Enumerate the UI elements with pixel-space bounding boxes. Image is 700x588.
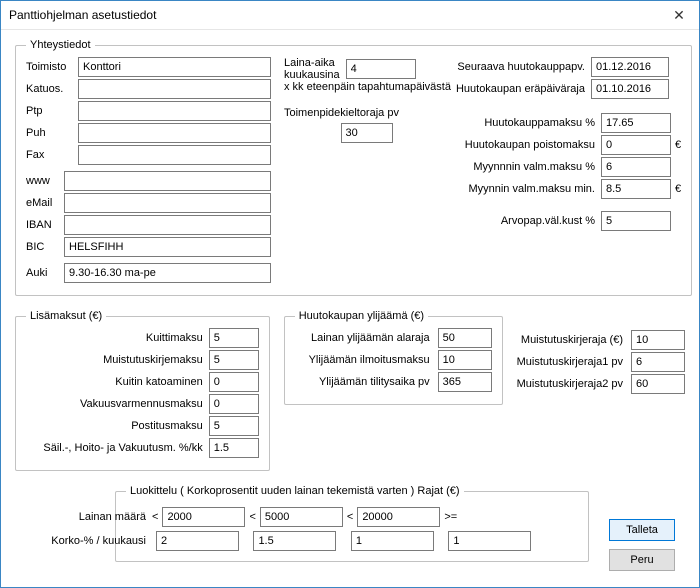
input-fax[interactable] xyxy=(78,145,271,165)
label-katoam: Kuitin katoaminen xyxy=(26,376,203,388)
input-katuos[interactable] xyxy=(78,79,271,99)
contact-legend: Yhteystiedot xyxy=(26,39,95,51)
label-muistut-pv2: Muistutuskirjeraja2 pv xyxy=(517,378,623,390)
label-alaraja: Lainan ylijäämän alaraja xyxy=(295,332,430,344)
label-kuukausina: kuukausina xyxy=(284,69,340,81)
label-muistutusm: Muistutuskirjemaksu xyxy=(26,354,203,366)
input-muistut-pv2[interactable] xyxy=(631,374,685,394)
input-alaraja[interactable] xyxy=(438,328,492,348)
label-muistut-pv1: Muistutuskirjeraja1 pv xyxy=(517,356,623,368)
lisamaksut-fieldset: Lisämaksut (€) Kuittimaksu Muistutuskirj… xyxy=(15,310,270,471)
input-toimenpide[interactable] xyxy=(341,123,393,143)
input-auki[interactable] xyxy=(64,263,271,283)
label-tilitys: Ylijäämän tilitysaika pv xyxy=(295,376,430,388)
label-ptp: Ptp xyxy=(26,105,74,117)
input-bic[interactable] xyxy=(64,237,271,257)
input-www[interactable] xyxy=(64,171,271,191)
label-seuraava: Seuraava huutokauppapv. xyxy=(455,61,585,73)
label-postitus: Postitusmaksu xyxy=(26,420,203,432)
lisamaksut-legend: Lisämaksut (€) xyxy=(26,310,106,322)
label-eraraja: Huutokaupan eräpäiväraja xyxy=(455,83,585,95)
label-www: www xyxy=(26,175,60,187)
label-fax: Fax xyxy=(26,149,74,161)
luokittelu-fieldset: Luokittelu ( Korkoprosentit uuden lainan… xyxy=(115,485,589,562)
input-korko-1[interactable] xyxy=(156,531,239,551)
input-arvopap[interactable] xyxy=(601,211,671,231)
muistut-group: Muistutuskirjeraja (€) Muistutuskirjeraj… xyxy=(517,310,685,471)
label-email: eMail xyxy=(26,197,60,209)
eur-label-1: € xyxy=(675,139,681,151)
cancel-button[interactable]: Peru xyxy=(609,549,675,571)
label-korko: Korko-% / kuukausi xyxy=(26,535,146,547)
ylijaama-fieldset: Huutokaupan ylijäämä (€) Lainan ylijäämä… xyxy=(284,310,503,405)
luokittelu-legend: Luokittelu ( Korkoprosentit uuden lainan… xyxy=(126,485,464,497)
label-bic: BIC xyxy=(26,241,60,253)
label-hk-maksupct: Huutokauppamaksu % xyxy=(455,117,595,129)
label-toimisto: Toimisto xyxy=(26,61,74,73)
label-hk-poisto: Huutokaupan poistomaksu xyxy=(455,139,595,151)
input-muistut-e[interactable] xyxy=(631,330,685,350)
input-postitus[interactable] xyxy=(209,416,259,436)
save-button[interactable]: Talleta xyxy=(609,519,675,541)
input-tilitys[interactable] xyxy=(438,372,492,392)
input-korko-3[interactable] xyxy=(351,531,434,551)
label-katuos: Katuos. xyxy=(26,83,74,95)
label-arvopap: Arvopap.väl.kust % xyxy=(455,215,595,227)
eur-label-2: € xyxy=(675,183,681,195)
label-kuitti: Kuittimaksu xyxy=(26,332,203,344)
input-lainan-2[interactable] xyxy=(260,507,343,527)
lt-1: < xyxy=(152,511,158,523)
label-vakuus: Vakuusvarmennusmaksu xyxy=(26,398,203,410)
input-seuraava[interactable] xyxy=(591,57,669,77)
close-icon[interactable]: ✕ xyxy=(659,1,699,29)
input-korko-4[interactable] xyxy=(448,531,531,551)
gte: >= xyxy=(444,511,457,523)
input-sail[interactable] xyxy=(209,438,259,458)
window-title: Panttiohjelman asetustiedot xyxy=(9,8,156,22)
input-puh[interactable] xyxy=(78,123,271,143)
input-hk-maksupct[interactable] xyxy=(601,113,671,133)
input-vakuus[interactable] xyxy=(209,394,259,414)
input-laina-aika[interactable] xyxy=(346,59,416,79)
label-myynninmin: Myynnin valm.maksu min. xyxy=(455,183,595,195)
input-myynninmin[interactable] xyxy=(601,179,671,199)
body: Yhteystiedot Toimisto Katuos. Ptp xyxy=(1,29,699,587)
input-iban[interactable] xyxy=(64,215,271,235)
titlebar: Panttiohjelman asetustiedot ✕ xyxy=(1,1,699,30)
input-korko-2[interactable] xyxy=(253,531,336,551)
label-puh: Puh xyxy=(26,127,74,139)
lt-3: < xyxy=(347,511,353,523)
input-myynnin[interactable] xyxy=(601,157,671,177)
label-myynnin: Myynnnin valm.maksu % xyxy=(455,161,595,173)
label-ilmoitus: Ylijäämän ilmoitusmaksu xyxy=(295,354,430,366)
label-sail: Säil.-, Hoito- ja Vakuutusm. %/kk xyxy=(26,442,203,454)
lt-2: < xyxy=(249,511,255,523)
contact-fieldset: Yhteystiedot Toimisto Katuos. Ptp xyxy=(15,39,692,296)
ylijaama-legend: Huutokaupan ylijäämä (€) xyxy=(295,310,428,322)
input-kuitti[interactable] xyxy=(209,328,259,348)
input-katoam[interactable] xyxy=(209,372,259,392)
input-ilmoitus[interactable] xyxy=(438,350,492,370)
input-muistut-pv1[interactable] xyxy=(631,352,685,372)
input-toimisto[interactable] xyxy=(78,57,271,77)
input-lainan-1[interactable] xyxy=(162,507,245,527)
label-auki: Auki xyxy=(26,267,60,279)
input-email[interactable] xyxy=(64,193,271,213)
label-laina-aika: Laina-aika xyxy=(284,57,340,69)
window: Panttiohjelman asetustiedot ✕ Yhteystied… xyxy=(0,0,700,588)
input-hk-poisto[interactable] xyxy=(601,135,671,155)
input-eraraja[interactable] xyxy=(591,79,669,99)
input-muistutusm[interactable] xyxy=(209,350,259,370)
label-toimenpide: Toimenpidekieltoraja pv xyxy=(284,107,449,119)
input-lainan-3[interactable] xyxy=(357,507,440,527)
label-muistut-e: Muistutuskirjeraja (€) xyxy=(517,334,623,346)
label-iban: IBAN xyxy=(26,219,60,231)
input-ptp[interactable] xyxy=(78,101,271,121)
label-lainan: Lainan määrä xyxy=(26,511,146,523)
label-laina-sub: x kk eteenpäin tapahtumapäivästä xyxy=(284,81,449,93)
